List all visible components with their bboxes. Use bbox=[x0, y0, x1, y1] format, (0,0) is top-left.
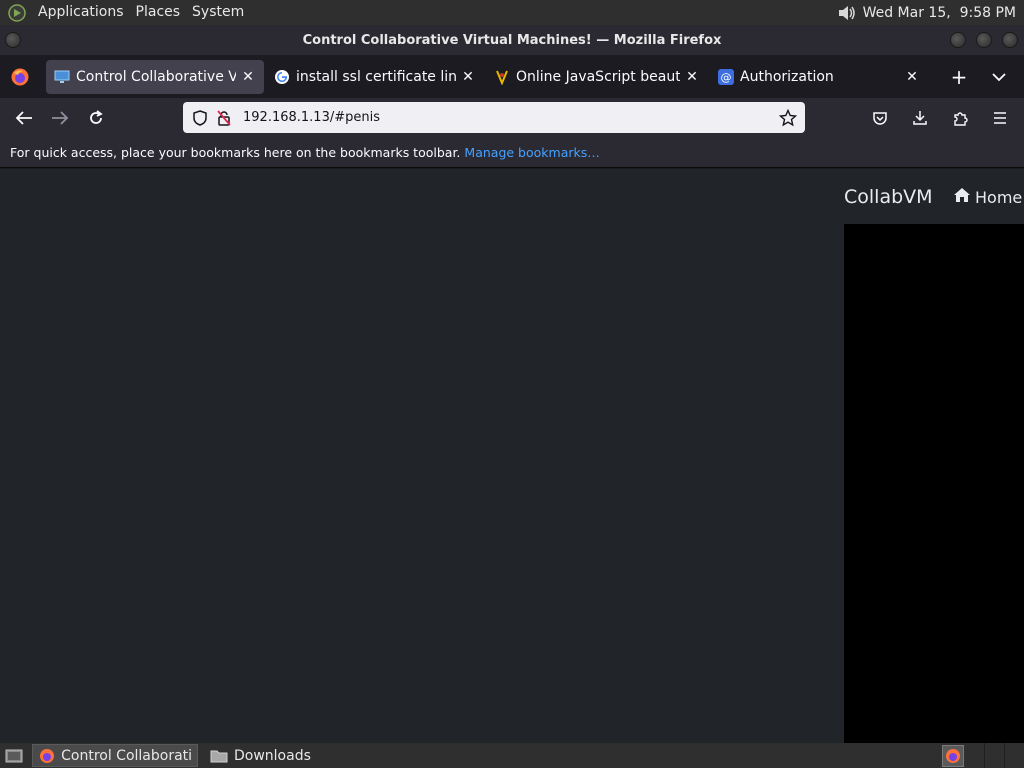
home-icon bbox=[953, 187, 971, 207]
task-label: Control Collaborati… bbox=[61, 747, 191, 764]
folder-icon bbox=[210, 747, 228, 765]
tab-authorization[interactable]: @ Authorization ✕ bbox=[710, 60, 928, 94]
close-icon[interactable]: ✕ bbox=[904, 69, 920, 85]
minimize-button[interactable] bbox=[950, 32, 966, 48]
nav-bar: 192.168.1.13/#penis bbox=[0, 98, 1024, 138]
page-content: CollabVM Home bbox=[0, 169, 1024, 743]
vm-display[interactable] bbox=[844, 224, 1024, 743]
shield-icon[interactable] bbox=[189, 107, 211, 129]
workspace-1[interactable] bbox=[984, 743, 1004, 768]
top-panel: Applications Places System Wed Mar 15, 9… bbox=[0, 0, 1024, 25]
at-icon: @ bbox=[718, 68, 734, 85]
system-menu[interactable]: System bbox=[186, 0, 250, 25]
volume-icon[interactable] bbox=[835, 2, 857, 24]
insecure-lock-icon[interactable] bbox=[213, 107, 235, 129]
bookmark-star-icon[interactable] bbox=[775, 105, 801, 131]
close-icon[interactable]: ✕ bbox=[240, 69, 256, 85]
gnome-foot-icon[interactable] bbox=[6, 2, 28, 24]
extensions-icon[interactable] bbox=[942, 102, 978, 134]
firefox-icon bbox=[39, 747, 55, 765]
hamburger-menu-icon[interactable] bbox=[982, 102, 1018, 134]
maximize-button[interactable] bbox=[976, 32, 992, 48]
pocket-icon[interactable] bbox=[862, 102, 898, 134]
downloads-icon[interactable] bbox=[902, 102, 938, 134]
tab-google-search[interactable]: install ssl certificate linux - Google S… bbox=[266, 60, 484, 94]
beautifier-icon bbox=[494, 69, 510, 85]
svg-text:@: @ bbox=[721, 71, 732, 84]
workspace-2[interactable] bbox=[1004, 743, 1024, 768]
task-downloads[interactable]: Downloads bbox=[204, 744, 317, 767]
reload-button[interactable] bbox=[78, 102, 114, 134]
tab-label: Online JavaScript beautifier bbox=[516, 68, 680, 85]
url-text[interactable]: 192.168.1.13/#penis bbox=[243, 110, 775, 125]
chevron-down-icon[interactable] bbox=[982, 60, 1016, 94]
show-desktop-icon[interactable] bbox=[2, 745, 26, 767]
tab-strip: Control Collaborative Virtual Machines! … bbox=[0, 55, 1024, 98]
task-label: Downloads bbox=[234, 747, 311, 764]
new-tab-button[interactable]: + bbox=[942, 60, 976, 94]
close-icon[interactable]: ✕ bbox=[460, 69, 476, 85]
close-icon[interactable]: ✕ bbox=[684, 69, 700, 85]
window-title: Control Collaborative Virtual Machines! … bbox=[302, 32, 722, 48]
places-menu[interactable]: Places bbox=[130, 0, 187, 25]
firefox-view-icon[interactable] bbox=[0, 55, 40, 98]
back-button[interactable] bbox=[6, 102, 42, 134]
bottom-taskbar: Control Collaborati… Downloads bbox=[0, 743, 1024, 768]
task-firefox[interactable]: Control Collaborati… bbox=[32, 744, 198, 767]
home-link[interactable]: Home bbox=[953, 187, 1022, 207]
tab-label: Control Collaborative Virtual Machines! bbox=[76, 68, 236, 85]
window-titlebar[interactable]: Control Collaborative Virtual Machines! … bbox=[0, 25, 1024, 55]
clock[interactable]: Wed Mar 15, 9:58 PM bbox=[863, 5, 1016, 21]
applications-menu[interactable]: Applications bbox=[32, 0, 130, 25]
bookmarks-hint: For quick access, place your bookmarks h… bbox=[10, 145, 461, 160]
window-menu-button[interactable] bbox=[5, 32, 21, 48]
tab-control-collaborative[interactable]: Control Collaborative Virtual Machines! … bbox=[46, 59, 264, 94]
firefox-tray-icon[interactable] bbox=[942, 744, 964, 767]
tab-label: Authorization bbox=[740, 68, 834, 85]
google-icon bbox=[274, 69, 290, 85]
forward-button[interactable] bbox=[42, 102, 78, 134]
home-label: Home bbox=[975, 187, 1023, 207]
close-window-button[interactable] bbox=[1002, 32, 1018, 48]
tab-label: install ssl certificate linux - Google S… bbox=[296, 68, 456, 85]
tab-js-beautifier[interactable]: Online JavaScript beautifier ✕ bbox=[486, 60, 708, 94]
system-tray bbox=[942, 743, 1024, 768]
monitor-icon bbox=[54, 69, 70, 85]
collabvm-brand[interactable]: CollabVM bbox=[844, 186, 933, 208]
url-bar[interactable]: 192.168.1.13/#penis bbox=[183, 102, 805, 133]
bookmarks-toolbar: For quick access, place your bookmarks h… bbox=[0, 138, 1024, 168]
manage-bookmarks-link[interactable]: Manage bookmarks… bbox=[464, 145, 599, 160]
